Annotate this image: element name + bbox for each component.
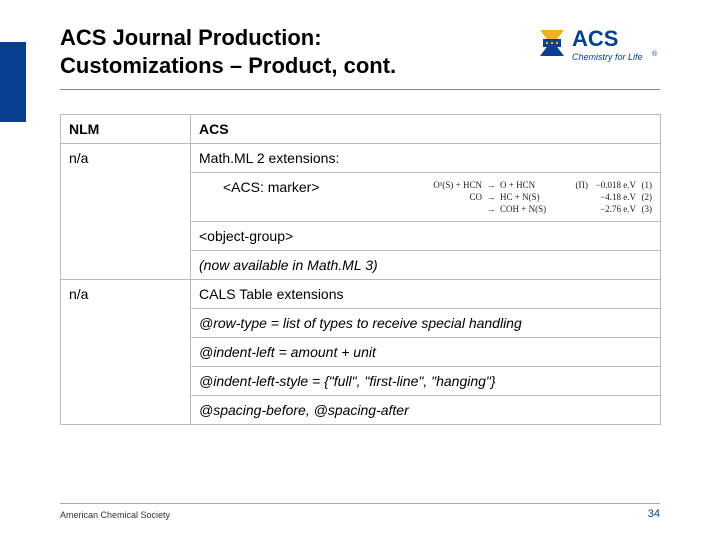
acs-logo: ACS Chemistry for Life ® (530, 20, 660, 75)
table-row: n/a CALS Table extensions (61, 280, 661, 309)
slide-title: ACS Journal Production: Customizations –… (60, 24, 396, 79)
equation-row: O¹(S) + HCN → O + HCN (Π) −0.018 e.V (1) (410, 179, 652, 191)
cell-acs: @row-type = list of types to receive spe… (191, 309, 661, 338)
logo-tagline-text: Chemistry for Life (572, 52, 643, 62)
cell-acs: @spacing-before, @spacing-after (191, 396, 661, 425)
svg-text:®: ® (652, 50, 658, 58)
slide-content: ACS Journal Production: Customizations –… (60, 24, 660, 425)
equation-row: → COH + N(S) −2.76 e.V (3) (410, 203, 652, 215)
customization-table: NLM ACS n/a Math.ML 2 extensions: <ACS: … (60, 114, 661, 425)
slide-footer: American Chemical Society 34 (60, 503, 660, 520)
col-header-acs: ACS (191, 115, 661, 144)
cell-acs: <ACS: marker> O¹(S) + HCN → O + HCN (Π) … (191, 173, 661, 222)
page-number: 34 (648, 508, 660, 520)
cell-acs: (now available in Math.ML 3) (191, 251, 661, 280)
col-header-nlm: NLM (61, 115, 191, 144)
cell-acs: Math.ML 2 extensions: (191, 144, 661, 173)
title-underline (60, 89, 660, 90)
left-accent-bar (0, 42, 26, 122)
header-row: ACS Journal Production: Customizations –… (60, 24, 660, 79)
title-line-2: Customizations – Product, cont. (60, 53, 396, 78)
title-line-1: ACS Journal Production: (60, 25, 322, 50)
cell-acs: @indent-left = amount + unit (191, 338, 661, 367)
cell-acs: CALS Table extensions (191, 280, 661, 309)
footer-org: American Chemical Society (60, 510, 170, 520)
cell-acs: @indent-left-style = {"full", "first-lin… (191, 367, 661, 396)
equation-row: CO → HC + N(S) −4.18 e.V (2) (410, 191, 652, 203)
table-row: n/a Math.ML 2 extensions: (61, 144, 661, 173)
table-header-row: NLM ACS (61, 115, 661, 144)
cell-acs: <object-group> (191, 222, 661, 251)
logo-brand-text: ACS (572, 26, 618, 51)
equation-figure: O¹(S) + HCN → O + HCN (Π) −0.018 e.V (1)… (410, 179, 652, 215)
cell-nlm: n/a (61, 280, 191, 425)
cell-nlm: n/a (61, 144, 191, 280)
cell-text: <ACS: marker> (199, 179, 319, 195)
